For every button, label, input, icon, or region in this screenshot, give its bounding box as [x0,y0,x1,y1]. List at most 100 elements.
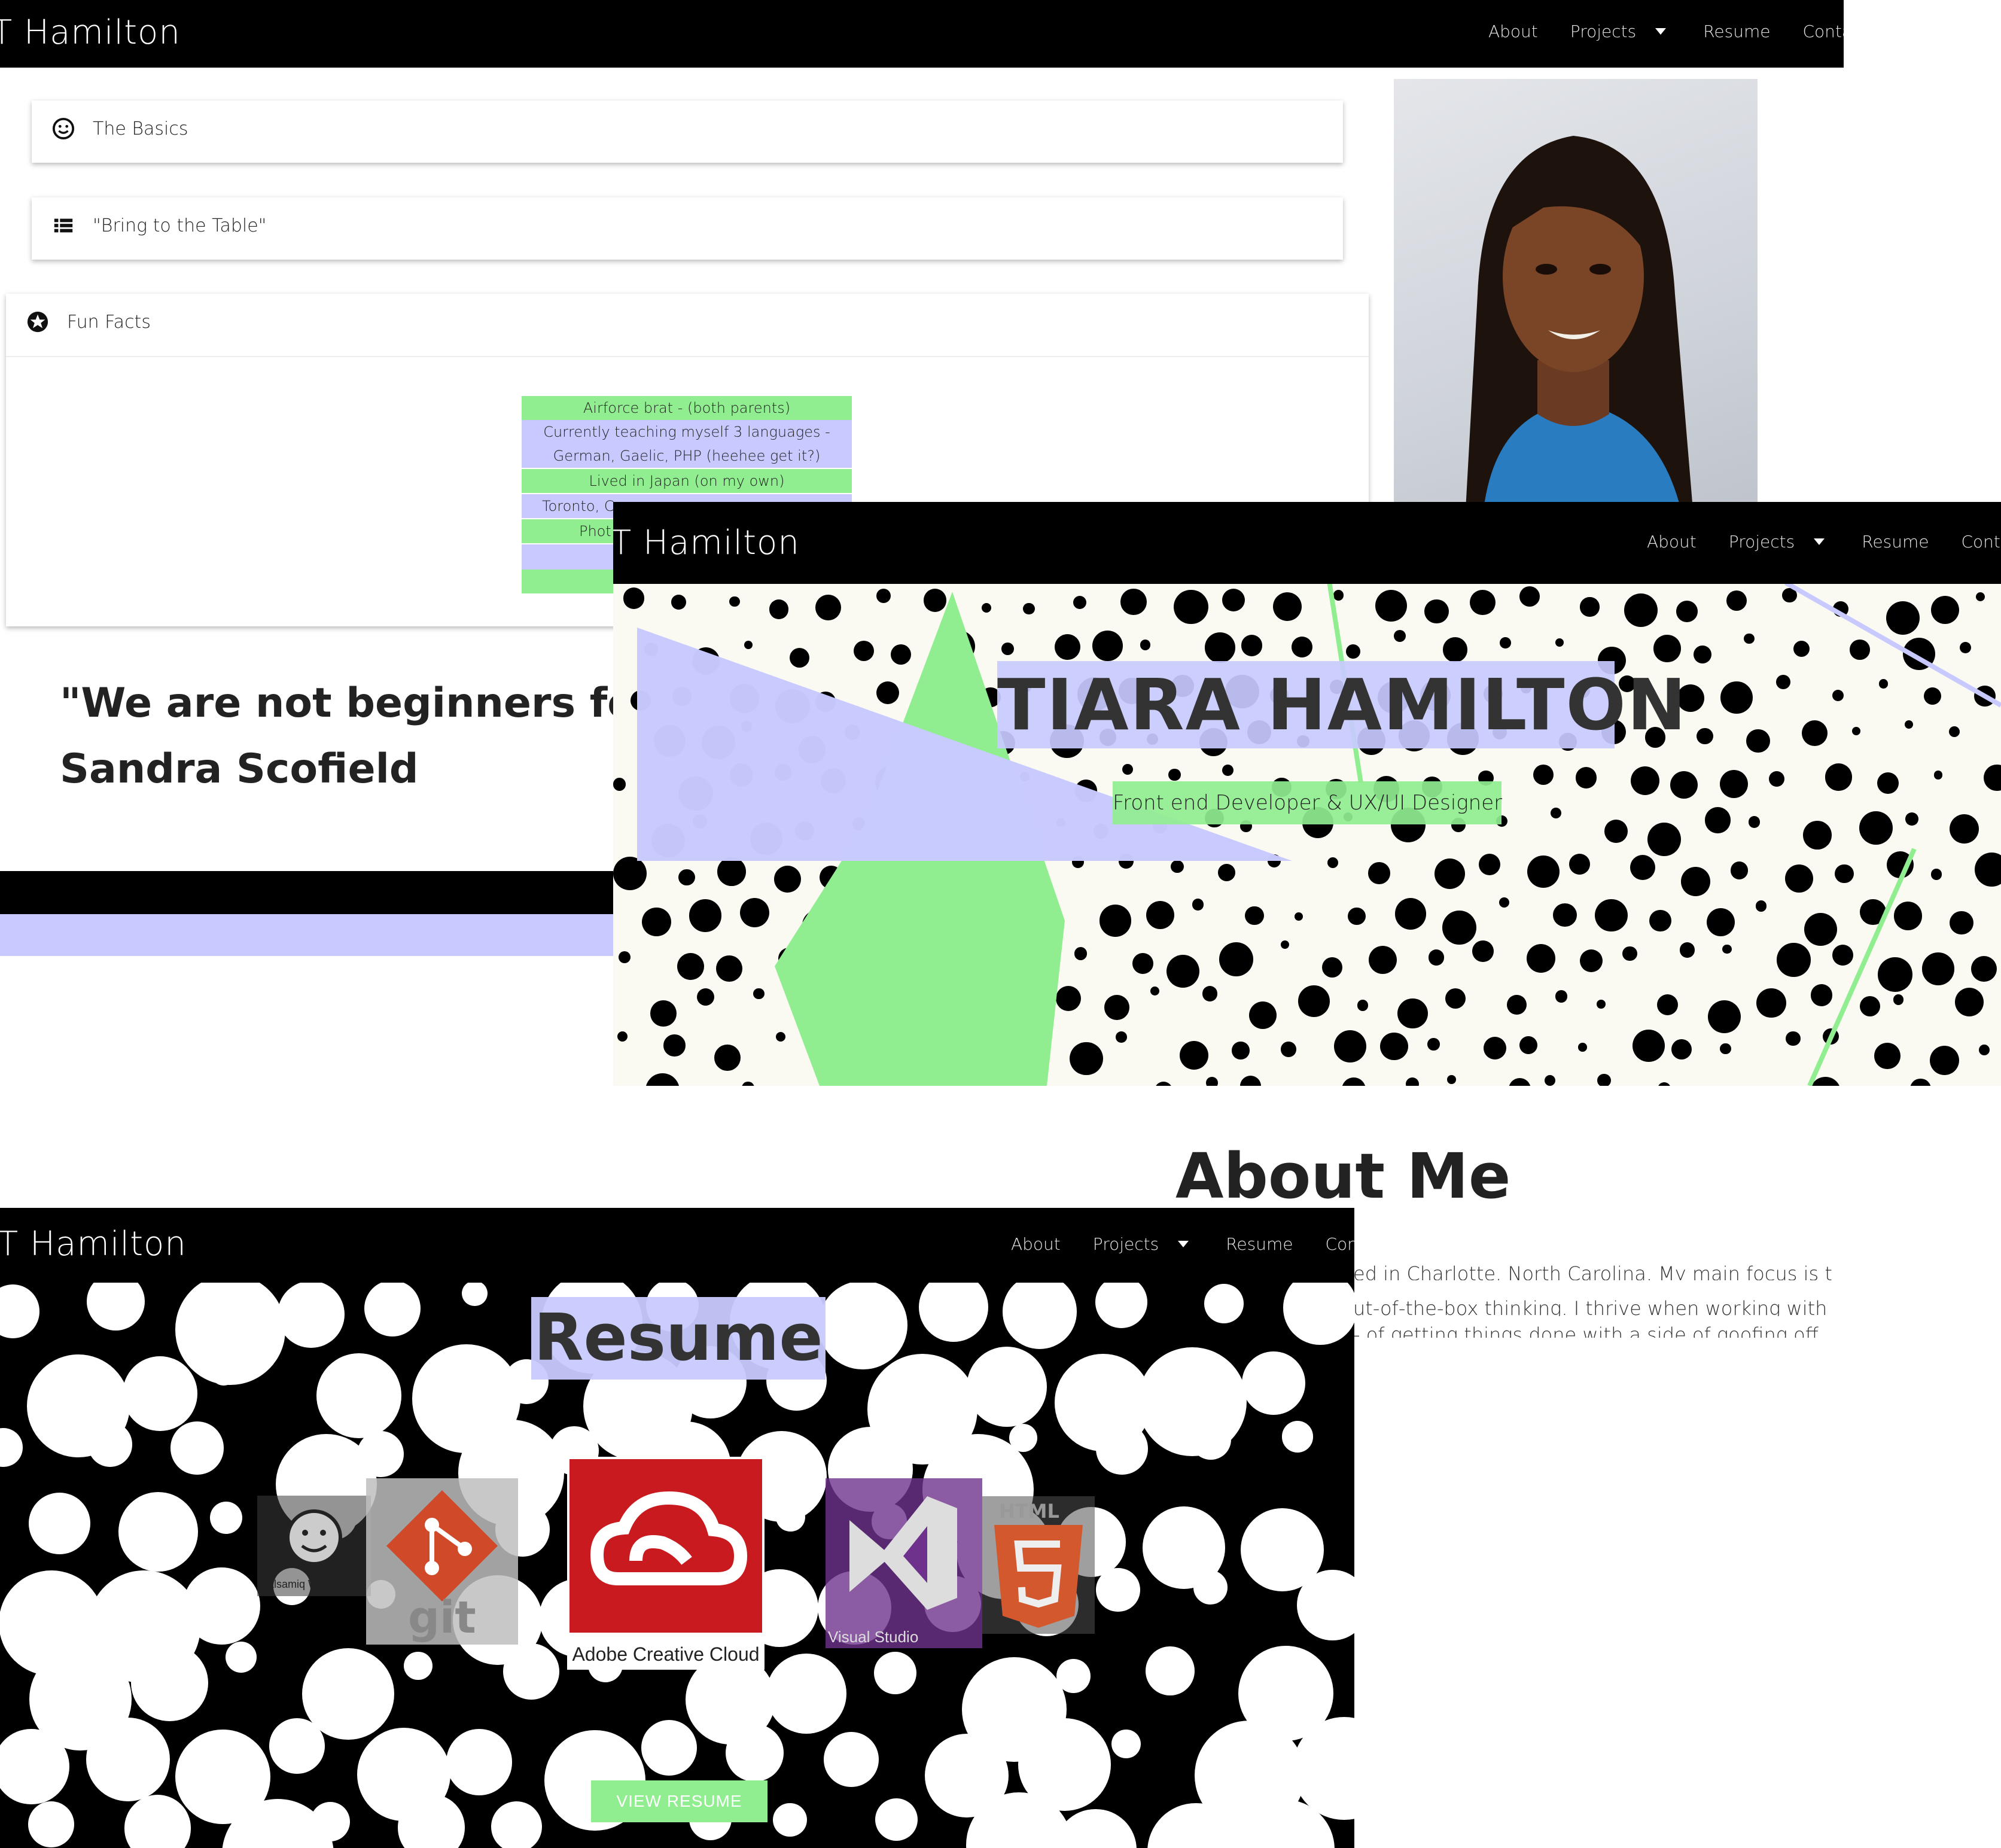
pattern-circle [446,1729,513,1795]
accordion-bring-to-table[interactable]: "Bring to the Table" [32,197,1343,260]
pattern-circle [404,1652,433,1680]
pattern-circle [1096,1422,1149,1475]
pattern-circle [641,1719,697,1776]
pattern-circle [776,1502,805,1532]
pattern-circle [29,1493,91,1555]
pattern-circle [277,1280,345,1348]
pattern-circle [0,1729,69,1805]
about-me-title: About Me [1175,1140,1511,1213]
brand-logo[interactable]: T Hamilton [0,1225,187,1264]
accordion-label: "Bring to the Table" [93,215,267,236]
accordion-label: The Basics [93,118,188,139]
git-tool: git [366,1478,518,1645]
about-me-line: - of getting things done with a side of … [1353,1323,1819,1338]
pattern-circle [0,1284,40,1338]
nav-contact[interactable]: Contact [1325,1234,1354,1254]
pattern-circle [28,1801,75,1848]
pattern-circle [118,1492,199,1572]
nav-projects[interactable]: Projects [1093,1234,1159,1254]
pattern-circle [1009,1424,1038,1453]
balsamiq-tool: balsamiq Wireframes [257,1496,371,1596]
pattern-circle [918,1272,988,1342]
pattern-circle [1056,1658,1091,1694]
nav-about[interactable]: About [1011,1234,1061,1254]
pattern-circle [1282,1421,1314,1453]
adobe-creative-cloud-icon [569,1459,762,1633]
accordion-basics[interactable]: The Basics [32,101,1343,163]
divider [6,356,1369,357]
pattern-circle [1111,1729,1141,1759]
pattern-circle [209,1501,243,1534]
resume-title: Resume [531,1297,826,1380]
nav-resume[interactable]: Resume [1703,22,1770,41]
navbar: T Hamilton About Projects Resume Contact [0,0,1844,68]
tool-label: HTML [999,1500,1059,1523]
pattern-circle [1193,1570,1228,1605]
pattern-circle [122,1356,197,1432]
pattern-circle [316,1353,402,1438]
tool-label: git [408,1592,476,1643]
fun-fact-item: Airforce brat - (both parents) [522,396,852,420]
view-resume-button[interactable]: VIEW RESUME [591,1780,767,1822]
nav-resume[interactable]: Resume [1862,532,1929,552]
nav-contact[interactable]: Contact [1961,532,2001,552]
fun-fact-item: Currently teaching myself 3 languages - [522,420,852,444]
pattern-circle [226,1642,257,1673]
pattern-circle [182,1567,261,1645]
chevron-down-icon[interactable] [1814,538,1825,545]
pattern-circle [967,1347,1047,1427]
pattern-circle [818,1280,907,1370]
pattern-circle [364,1280,421,1337]
pattern-circle [773,1803,807,1837]
visual-studio-icon [849,1496,957,1610]
pattern-circle [726,1724,784,1782]
pattern-circle [170,1421,224,1475]
tool-label: balsamiq Wireframes [262,1578,364,1590]
pattern-circle [873,1652,917,1695]
profile-photo [1394,79,1758,510]
pattern-circle [87,1422,133,1467]
chevron-down-icon[interactable] [1178,1241,1189,1247]
navbar: T Hamilton About Projects Resume Contact [0,1208,1354,1283]
fun-fact-item: German, Gaelic, PHP (heehee get it?) [522,444,852,468]
pattern-circle [491,1801,543,1848]
pattern-circle [1002,1274,1077,1349]
brand-logo[interactable]: T Hamilton [0,13,181,52]
pattern-circle [1095,1275,1147,1328]
pattern-circle [875,1798,918,1841]
pattern-circle [502,1643,560,1700]
quote-author: Sandra Scofield [60,745,419,793]
about-me-line: ut-of-the-box thinking. I thrive when wo… [1353,1297,1828,1316]
nav-resume[interactable]: Resume [1226,1234,1293,1254]
pattern-circle [1190,1418,1231,1460]
chevron-down-icon[interactable] [1655,28,1667,35]
html5-tool: HTML [982,1496,1095,1634]
nav-about[interactable]: About [1488,22,1538,41]
hero-screenshot: T Hamilton About Projects Resume Contact… [613,502,2001,1086]
list-icon [54,218,73,233]
pattern-circle [0,1428,23,1467]
nav-projects[interactable]: Projects [1729,532,1795,552]
pattern-circle [310,1802,351,1842]
pattern-circle [357,1430,404,1478]
pattern-circle [131,1644,208,1722]
pattern-circle [1095,1567,1140,1612]
pattern-circle [1146,1646,1195,1695]
adobe-tool: Adobe Creative Cloud [567,1457,765,1670]
brand-logo[interactable]: T Hamilton [613,523,800,562]
hero-subtitle: Front end Developer & UX/UI Designer [1113,781,1502,824]
pattern-circle [766,1653,846,1734]
smile-icon [52,117,75,140]
pattern-circle [1204,1284,1244,1324]
star-icon [27,311,48,333]
nav-contact[interactable]: Contact [1802,22,1844,41]
pattern-circle [86,1718,170,1802]
tool-label: Adobe Creative Cloud [572,1643,760,1665]
visual-studio-tool: Visual Studio [826,1478,982,1648]
tool-label: Visual Studio [828,1628,919,1646]
nav-projects[interactable]: Projects [1570,22,1636,41]
pattern-circle [824,1732,879,1787]
accordion-label: Fun Facts [67,311,151,333]
resume-screenshot: T Hamilton About Projects Resume Contact… [0,1208,1354,1848]
nav-about[interactable]: About [1647,532,1697,552]
